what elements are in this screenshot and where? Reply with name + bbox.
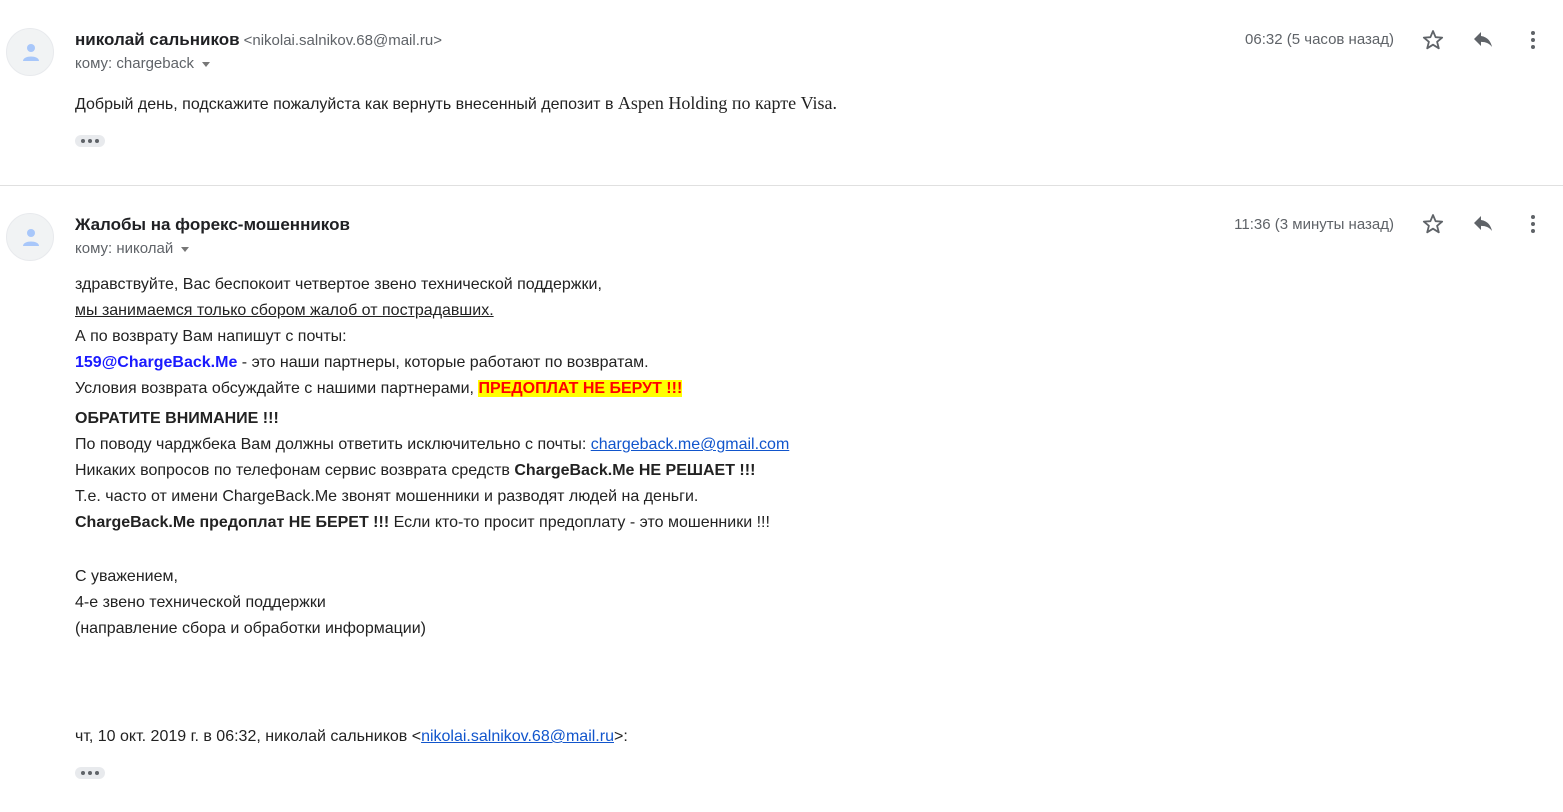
reply-icon[interactable]: [1471, 212, 1495, 236]
signature-line-2: 4-е звено технической поддержки: [75, 594, 326, 611]
body-text-serif: Aspen Holding по карте Visa.: [617, 93, 838, 113]
body-line-10-bold: ChargeBack.Me предоплат НЕ БЕРЕТ !!!: [75, 514, 390, 531]
partner-email: 159@ChargeBack.Me: [75, 354, 238, 371]
message-2: Жалобы на форекс-мошенников кому: никола…: [0, 186, 1563, 812]
person-icon: [23, 44, 39, 61]
signature-line-3: (направление сбора и обработки информаци…: [75, 620, 426, 637]
message-time: 06:32 (5 часов назад): [1245, 31, 1394, 48]
star-icon[interactable]: [1421, 28, 1445, 52]
quoted-header-suffix: >:: [613, 728, 628, 745]
body-line-7-text: По поводу чарджбека Вам должны ответить …: [75, 436, 591, 453]
signature-line-1: С уважением,: [75, 568, 178, 585]
quoted-email-link[interactable]: nikolai.salnikov.68@mail.ru: [421, 728, 614, 745]
body-line-8-bold: ChargeBack.Me НЕ РЕШАЕТ !!!: [514, 462, 756, 479]
sender-name[interactable]: николай сальников <nikolai.salnikov.68@ma…: [75, 30, 442, 50]
body-text: Добрый день, подскажите пожалуйста как в…: [75, 96, 618, 113]
person-icon: [23, 229, 39, 246]
recipient-label: кому: chargeback: [75, 55, 194, 72]
body-line-10-text: Если кто-то просит предоплату - это моше…: [389, 514, 770, 531]
recipient-line[interactable]: кому: chargeback: [75, 55, 210, 72]
body-line-5-text: Условия возврата обсуждайте с нашими пар…: [75, 380, 479, 397]
show-trimmed-content-button[interactable]: [75, 135, 105, 147]
star-icon[interactable]: [1421, 212, 1445, 236]
body-line-2: мы занимаемся только сбором жалоб от пос…: [75, 302, 494, 319]
more-vert-icon[interactable]: [1521, 212, 1545, 236]
body-line-1: здравствуйте, Вас беспокоит четвертое зв…: [75, 276, 602, 293]
recipient-line[interactable]: кому: николай: [75, 240, 190, 257]
sender-email: <nikolai.salnikov.68@mail.ru>: [243, 32, 442, 49]
body-line-10: ChargeBack.Me предоплат НЕ БЕРЕТ !!! Есл…: [75, 514, 770, 532]
quoted-header: чт, 10 окт. 2019 г. в 06:32, николай сал…: [75, 728, 628, 746]
body-line-3: А по возврату Вам напишут с почты:: [75, 328, 347, 345]
chevron-down-icon[interactable]: [181, 246, 190, 252]
body-line-5: Условия возврата обсуждайте с нашими пар…: [75, 380, 683, 398]
body-line-7: По поводу чарджбека Вам должны ответить …: [75, 436, 789, 454]
sender-avatar[interactable]: [6, 28, 54, 76]
sender-name[interactable]: Жалобы на форекс-мошенников: [75, 215, 350, 235]
body-line-9: Т.е. часто от имени ChargeBack.Me звонят…: [75, 488, 699, 505]
quoted-header-text: чт, 10 окт. 2019 г. в 06:32, николай сал…: [75, 728, 422, 745]
body-line-8-text: Никаких вопросов по телефонам сервис воз…: [75, 462, 515, 479]
body-line-4-text: - это наши партнеры, которые работают по…: [237, 354, 649, 371]
body-line-8: Никаких вопросов по телефонам сервис воз…: [75, 462, 755, 480]
sender-name-text: николай сальников: [75, 30, 240, 49]
message-time: 11:36 (3 минуты назад): [1234, 216, 1394, 233]
sender-avatar[interactable]: [6, 213, 54, 261]
body-line-4: 159@ChargeBack.Me - это наши партнеры, к…: [75, 354, 649, 372]
chevron-down-icon[interactable]: [201, 61, 210, 67]
show-trimmed-content-button[interactable]: [75, 767, 105, 779]
more-vert-icon[interactable]: [1521, 28, 1545, 52]
attention-heading: ОБРАТИТЕ ВНИМАНИЕ !!!: [75, 410, 279, 427]
highlighted-warning: ПРЕДОПЛАТ НЕ БЕРУТ !!!: [478, 380, 683, 397]
message-body: Добрый день, подскажите пожалуйста как в…: [75, 93, 837, 114]
recipient-label: кому: николай: [75, 240, 174, 257]
message-1: николай сальников <nikolai.salnikov.68@ma…: [0, 0, 1563, 185]
chargeback-email-link[interactable]: chargeback.me@gmail.com: [591, 436, 790, 453]
reply-icon[interactable]: [1471, 28, 1495, 52]
